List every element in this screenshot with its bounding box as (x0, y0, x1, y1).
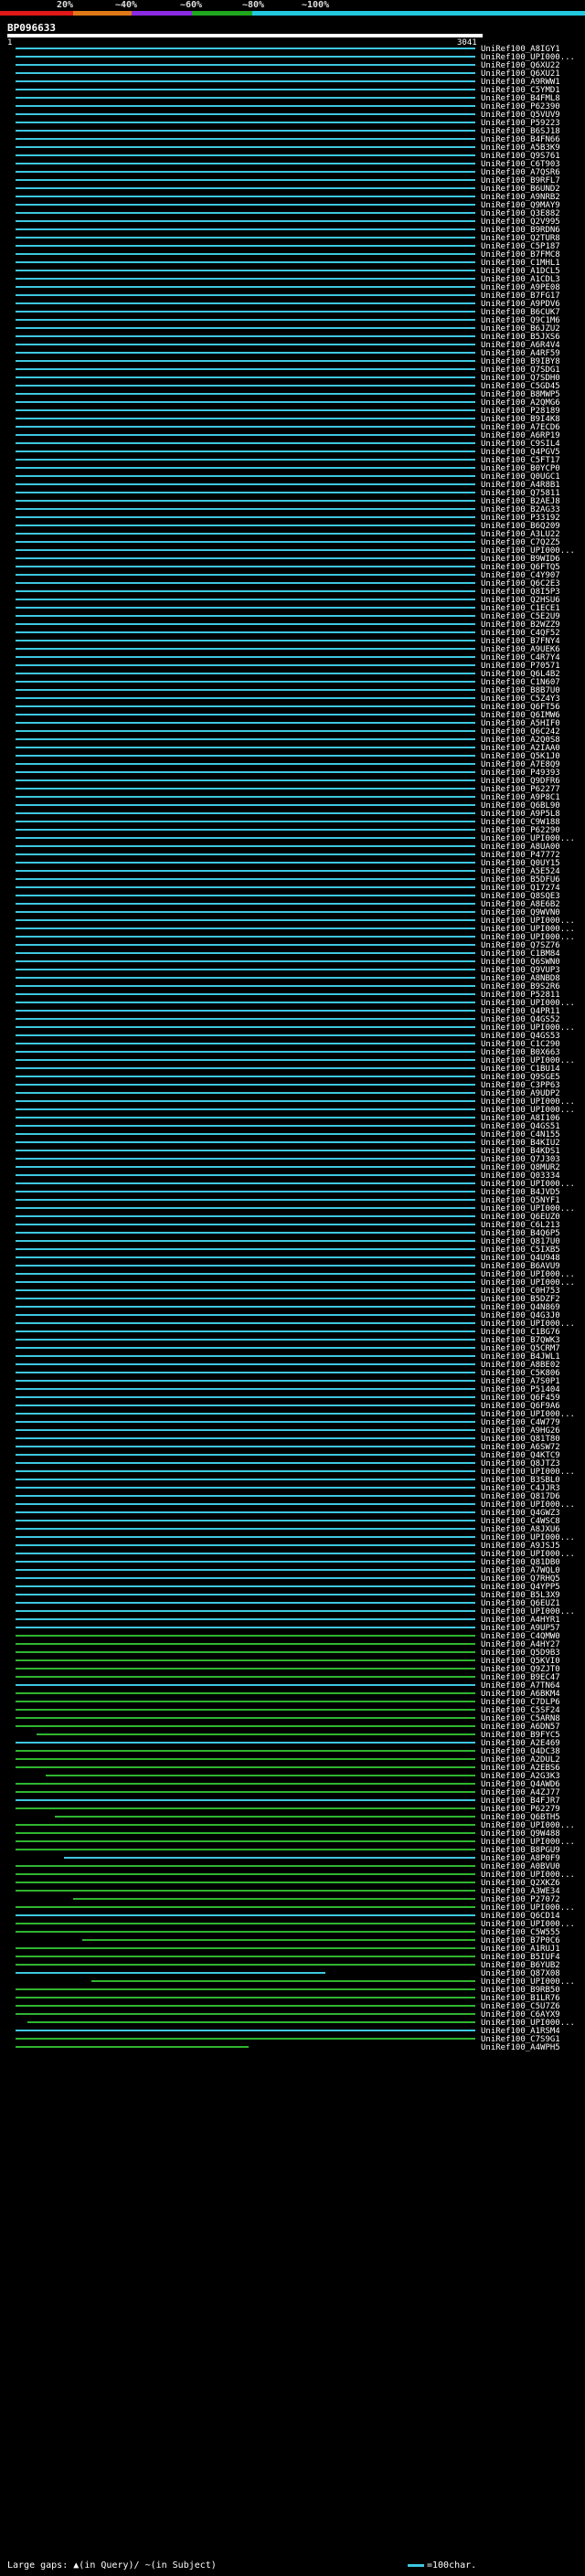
legend-scale-text: =100char. (427, 2560, 477, 2571)
legend-in-query: (in Query)/ (79, 2560, 140, 2571)
hit-label[interactable]: UniRef100_A4WPH5 (481, 2043, 560, 2052)
legend-in-subject: ~(in Subject) (144, 2560, 217, 2571)
legend-large-gaps: Large gaps: (7, 2560, 69, 2571)
hit-alignments: UniRef100_A8IGY1UniRef100_UPI000...UniRe… (16, 45, 575, 2052)
scale-swatch-icon (408, 2563, 424, 2567)
legend: Large gaps: ▲(in Query)/ ~(in Subject) =… (7, 2560, 583, 2571)
hit-list: UniRef100_A8IGY1 UniRef100_UPI000... UniRe… (0, 0, 585, 2576)
legend-scale: =100char. (408, 2560, 476, 2571)
